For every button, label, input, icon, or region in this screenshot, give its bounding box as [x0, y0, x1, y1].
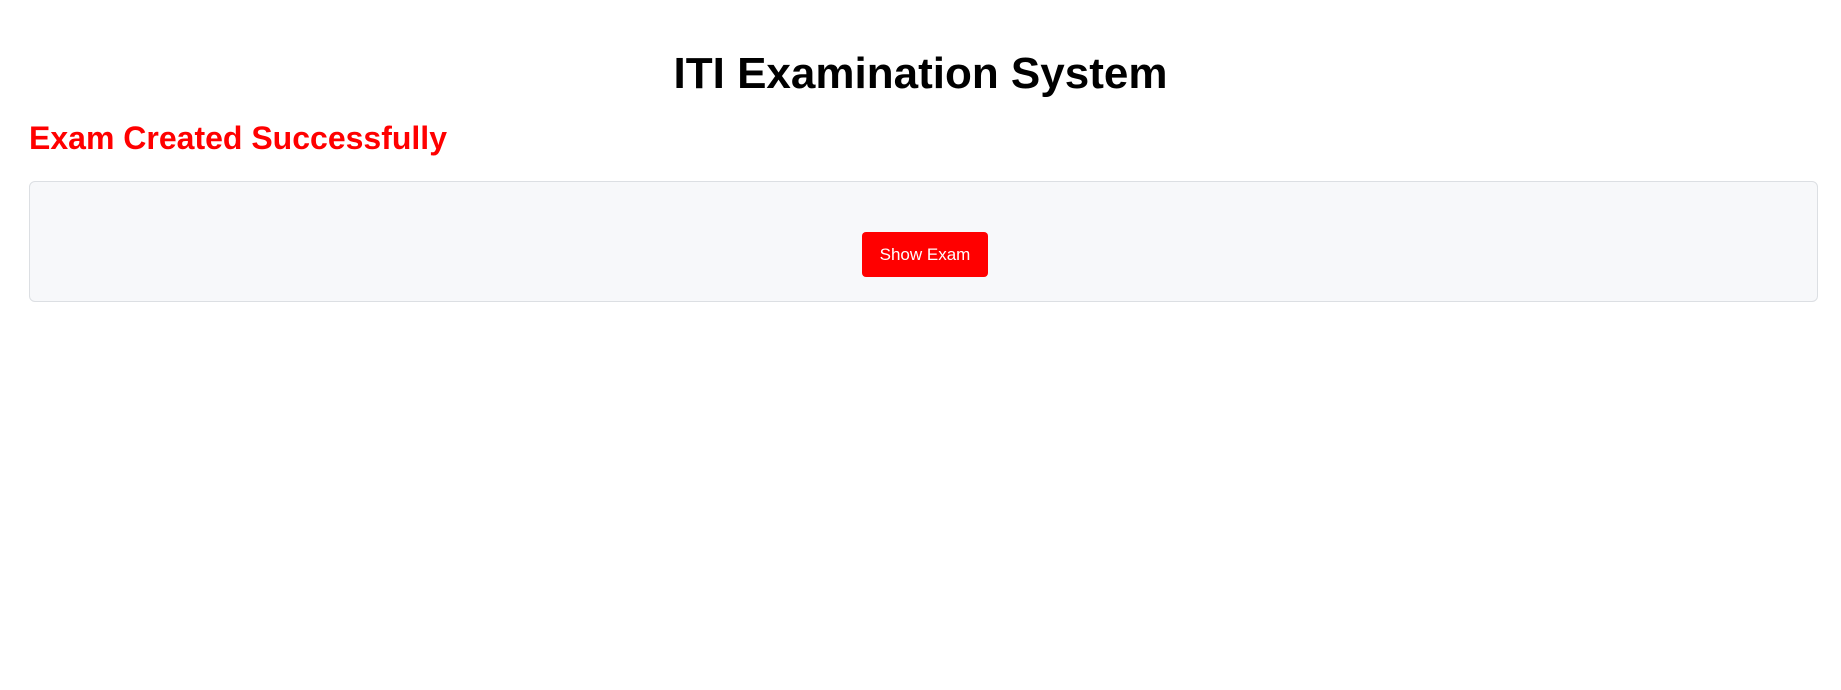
page-title: ITI Examination System: [673, 49, 1168, 98]
action-panel: Show Exam: [29, 181, 1818, 302]
success-message: Exam Created Successfully: [29, 120, 447, 156]
show-exam-button[interactable]: Show Exam: [862, 232, 988, 277]
page: ITI Examination System Exam Created Succ…: [0, 0, 1841, 690]
